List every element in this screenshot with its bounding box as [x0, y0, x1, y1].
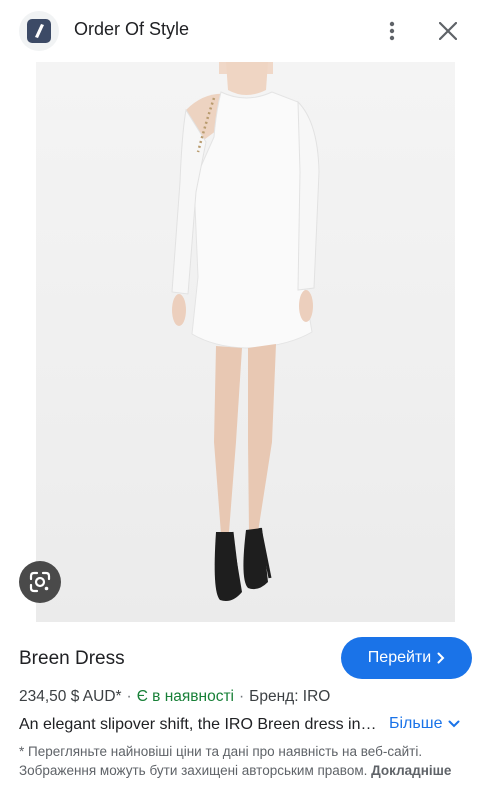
product-info-panel: Breen Dress Перейти 234,50 $ AUD* · Є в на… [0, 622, 491, 800]
more-button[interactable]: Більше [389, 715, 460, 733]
chevron-down-icon [448, 720, 460, 728]
separator-dot: · [239, 688, 245, 705]
visit-button-label: Перейти [367, 649, 432, 666]
header: Order Of Style [0, 0, 491, 62]
site-name[interactable]: Order Of Style [74, 19, 189, 40]
more-vert-icon [389, 21, 395, 41]
chevron-right-icon [437, 652, 445, 664]
product-image[interactable] [36, 62, 455, 622]
dress-model-illustration [171, 62, 320, 601]
disclaimer: * Перегляньте найновіші ціни та дані про… [19, 742, 459, 780]
google-lens-icon [29, 571, 51, 593]
learn-more-link[interactable]: Докладніше [371, 763, 451, 778]
close-icon [439, 22, 457, 40]
site-logo[interactable] [19, 11, 59, 51]
more-options-button[interactable] [377, 15, 407, 47]
more-button-label: Більше [389, 715, 443, 732]
product-title[interactable]: Breen Dress [19, 648, 125, 670]
close-button[interactable] [432, 15, 464, 47]
order-of-style-logo-icon [27, 19, 51, 43]
lens-search-button[interactable] [19, 561, 61, 603]
price: 234,50 $ AUD* [19, 688, 122, 705]
disclaimer-text: * Перегляньте найновіші ціни та дані про… [19, 744, 423, 778]
product-description: An elegant slipover shift, the IRO Breen… [19, 716, 379, 733]
brand: Бренд: IRO [249, 688, 331, 705]
product-meta: 234,50 $ AUD* · Є в наявності · Бренд: IRO [19, 688, 330, 706]
separator-dot: · [126, 688, 132, 705]
visit-button[interactable]: Перейти [341, 637, 472, 679]
stock-status: Є в наявності [136, 688, 234, 705]
image-area [0, 62, 491, 622]
